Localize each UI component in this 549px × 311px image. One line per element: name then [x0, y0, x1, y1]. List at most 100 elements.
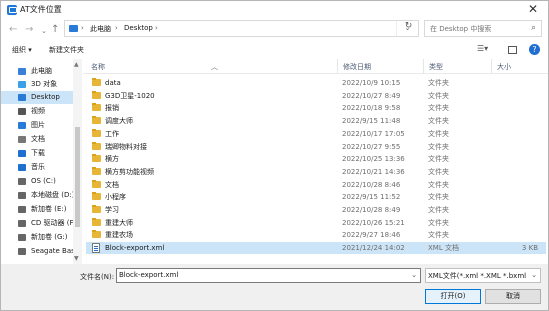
sidebar-item-label: 新加卷 (E:): [31, 205, 67, 213]
scroll-down-icon[interactable]: ▼: [74, 255, 79, 262]
sidebar-item[interactable]: 图片: [1, 119, 73, 132]
sidebar-item[interactable]: Desktop: [1, 91, 73, 104]
back-arrow-icon[interactable]: ←: [9, 24, 17, 36]
file-date: 2022/10/21 14:36: [342, 167, 405, 176]
file-type: 文件夹: [428, 218, 449, 227]
sidebar-item[interactable]: CD 驱动器 (F: [1, 217, 73, 230]
file-row[interactable]: 报销 2022/10/18 9:58 文件夹: [86, 102, 546, 114]
file-open-dialog: AT文件位置 ✕ ← → ⌄ ↑ › 此电脑 › Desktop › ⌄ ↻ 在…: [0, 0, 549, 311]
file-date: 2022/10/18 9:58: [342, 104, 401, 113]
file-name: 学习: [105, 206, 119, 214]
file-row[interactable]: data 2022/10/9 10:15 文件夹: [86, 77, 546, 89]
scrollbar-thumb[interactable]: [75, 127, 80, 227]
breadcrumb-desktop[interactable]: Desktop: [124, 24, 153, 32]
breadcrumb-separator-icon[interactable]: ›: [115, 24, 118, 32]
file-name: 重建农场: [105, 231, 133, 240]
column-header-size[interactable]: 大小: [497, 62, 511, 72]
file-date: 2022/10/27 9:55: [342, 142, 401, 151]
scroll-up-icon[interactable]: ▲: [74, 61, 79, 68]
sidebar-item-label: Desktop: [31, 93, 60, 101]
download-icon: [18, 150, 26, 157]
refresh-icon[interactable]: ↻: [400, 21, 417, 36]
sidebar-item-label: 文档: [31, 135, 45, 143]
sidebar-item[interactable]: 文档: [1, 133, 73, 146]
file-name: 瑞卿物料对接: [105, 142, 147, 151]
file-row[interactable]: 重建农场 2022/9/27 18:46 文件夹: [86, 229, 546, 241]
navigation-pane: 此电脑 3D 对象 Desktop 视频图片文档下载音乐 OS (C:) 本地磁盘 (D:…: [1, 59, 82, 264]
preview-pane-icon[interactable]: [508, 46, 517, 54]
file-row[interactable]: 学习 2022/10/28 8:49 文件夹: [86, 204, 546, 216]
sidebar-item[interactable]: 视频: [1, 105, 73, 118]
sidebar-item[interactable]: OS (C:): [1, 175, 73, 188]
picture-icon: [18, 122, 26, 129]
sidebar-item[interactable]: 3D 对象: [1, 78, 73, 91]
navigation-scrollbar[interactable]: ▲ ▼: [73, 59, 82, 264]
file-row[interactable]: 瑞卿物料对接 2022/10/27 9:55 文件夹: [86, 141, 546, 153]
sidebar-item[interactable]: 下载: [1, 147, 73, 160]
search-box[interactable]: 在 Desktop 中搜索 ⌕: [424, 20, 542, 37]
filename-value[interactable]: Block-export.xml: [119, 271, 178, 279]
recent-locations-chevron-icon[interactable]: ⌄: [41, 25, 47, 37]
file-row[interactable]: 横方剪功能视频 2022/10/21 14:36 文件夹: [86, 166, 546, 178]
folder-icon: [92, 90, 101, 99]
new-folder-button[interactable]: 新建文件夹: [49, 45, 84, 55]
file-row[interactable]: 重建大师 2022/10/26 15:21 文件夹: [86, 217, 546, 229]
file-row[interactable]: G3D卫星-1020 2022/10/27 8:49 文件夹: [86, 90, 546, 102]
sidebar-item-label: 音乐: [31, 163, 45, 171]
file-row[interactable]: 小程序 2022/9/15 11:52 文件夹: [86, 191, 546, 203]
organize-menu[interactable]: 组织 ▾: [12, 45, 32, 55]
search-placeholder[interactable]: 在 Desktop 中搜索: [430, 24, 491, 34]
column-divider[interactable]: [491, 59, 492, 74]
address-bar[interactable]: › 此电脑 › Desktop › ⌄: [64, 20, 419, 37]
sidebar-item[interactable]: 此电脑: [1, 65, 73, 78]
filetype-select[interactable]: XML文件(*.xml *.XML *.bxml ⌄: [425, 268, 541, 283]
file-row[interactable]: 调度大师 2022/9/15 11:48 文件夹: [86, 115, 546, 127]
column-divider[interactable]: [337, 59, 338, 74]
filetype-value[interactable]: XML文件(*.xml *.XML *.bxml: [428, 271, 526, 281]
folder-icon: [92, 217, 101, 226]
app-icon: [7, 5, 17, 15]
column-header-type[interactable]: 类型: [429, 62, 443, 72]
file-type: 文件夹: [428, 104, 449, 113]
column-header-date[interactable]: 修改日期: [343, 62, 371, 72]
breadcrumb-separator-icon[interactable]: ›: [155, 24, 158, 32]
xml-file-icon: [92, 243, 100, 254]
filetype-dropdown-icon[interactable]: ⌄: [531, 271, 537, 279]
sidebar-item[interactable]: 音乐: [1, 161, 73, 174]
close-icon[interactable]: ✕: [528, 2, 538, 16]
sidebar-item[interactable]: 本地磁盘 (D:): [1, 189, 73, 202]
column-header-name[interactable]: 名称: [91, 62, 105, 72]
file-row[interactable]: Block-export.xml 2021/12/24 14:02 XML 文档 3 …: [86, 242, 546, 255]
filename-input[interactable]: Block-export.xml ⌄: [116, 268, 421, 283]
column-divider[interactable]: [423, 59, 424, 74]
folder-icon: [92, 192, 101, 201]
forward-arrow-icon[interactable]: →: [25, 24, 33, 36]
breadcrumb-this-pc[interactable]: 此电脑: [90, 24, 111, 34]
search-icon[interactable]: ⌕: [531, 23, 536, 33]
sidebar-item[interactable]: Seagate Bas: [1, 245, 73, 258]
file-row[interactable]: 工作 2022/10/17 17:05 文件夹: [86, 128, 546, 140]
open-button[interactable]: 打开(O): [425, 289, 481, 304]
sidebar-item-label: Seagate Bas: [31, 247, 73, 255]
help-icon[interactable]: ?: [529, 44, 540, 55]
file-type: 文件夹: [428, 142, 449, 151]
file-list: ︿ 名称 修改日期 类型 大小 data 2022/10/9 10:15 文件夹 G3…: [83, 59, 548, 264]
cancel-button[interactable]: 取消: [485, 289, 541, 304]
sidebar-item[interactable]: 新加卷 (E:): [1, 203, 73, 216]
sidebar-item[interactable]: 新加卷 (G:): [1, 231, 73, 244]
sidebar-item-label: 图片: [31, 121, 45, 129]
up-arrow-icon[interactable]: ↑: [51, 24, 59, 36]
filename-dropdown-icon[interactable]: ⌄: [411, 271, 417, 279]
file-date: 2022/10/26 15:21: [342, 218, 405, 227]
file-size: 3 KB: [521, 244, 538, 253]
breadcrumb-separator-icon[interactable]: ›: [81, 24, 84, 32]
folder-icon: [92, 78, 101, 86]
sidebar-item-label: 下载: [31, 149, 45, 157]
command-bar: 组织 ▾ 新建文件夹 ☰▾ ?: [1, 41, 548, 59]
file-row[interactable]: 文档 2022/10/28 8:46 文件夹: [86, 179, 546, 191]
file-date: 2022/9/27 18:46: [342, 231, 401, 240]
file-name: 横方: [105, 155, 119, 164]
view-options-icon[interactable]: ☰▾: [477, 44, 488, 53]
file-row[interactable]: 横方 2022/10/25 13:36 文件夹: [86, 153, 546, 165]
sidebar-item-label: 3D 对象: [31, 80, 58, 88]
